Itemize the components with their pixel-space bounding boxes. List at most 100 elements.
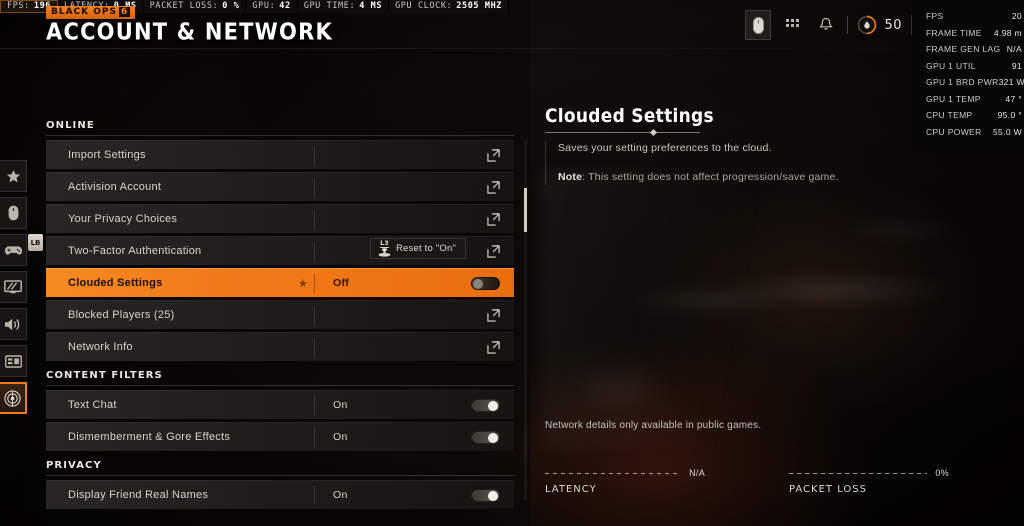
external-link-icon[interactable] bbox=[487, 148, 514, 162]
l3-stick-icon: L3 bbox=[378, 240, 391, 257]
external-link-icon[interactable] bbox=[487, 180, 514, 194]
setting-label: Blocked Players (25) bbox=[68, 309, 175, 321]
perf-overlay-value: N/A bbox=[1006, 44, 1022, 55]
rail-item-star[interactable] bbox=[0, 160, 27, 192]
rail-item-network[interactable] bbox=[0, 382, 27, 414]
section-divider bbox=[46, 475, 514, 476]
perf-overlay-label: CPU POWER bbox=[926, 126, 982, 137]
perf-hud-cell: GPU TIME: 4 MS bbox=[297, 0, 390, 13]
perf-overlay-row: GPU 1 TEMP 47 ° bbox=[912, 91, 1024, 108]
performance-overlay-panel: FPS 20 FRAME TIME 4.98 m FRAME GEN LAG N/A GPU… bbox=[912, 2, 1024, 148]
network-stat-dashes bbox=[545, 472, 682, 474]
perf-overlay-row: CPU POWER 55.0 W bbox=[912, 124, 1024, 141]
setting-label: Network Info bbox=[68, 341, 133, 353]
category-rail bbox=[0, 160, 27, 414]
perf-hud-label: GPU: bbox=[252, 1, 276, 11]
toggle-switch[interactable] bbox=[471, 488, 500, 502]
perf-overlay-label: FPS bbox=[926, 11, 944, 22]
network-stat-bar: 0% bbox=[789, 468, 949, 478]
rail-item-mouse[interactable] bbox=[0, 197, 27, 229]
rail-item-display[interactable] bbox=[0, 271, 27, 303]
external-link-icon[interactable] bbox=[487, 212, 514, 226]
header-icon-group: 50 bbox=[745, 10, 912, 40]
perf-overlay-label: FRAME TIME bbox=[926, 27, 982, 38]
perf-overlay-value: 47 ° bbox=[1005, 93, 1022, 104]
page-title: ACCOUNT & NETWORK bbox=[46, 18, 333, 45]
setting-row[interactable]: Activision Account bbox=[46, 172, 514, 201]
row-divider bbox=[314, 145, 315, 165]
header-divider bbox=[0, 48, 1024, 49]
setting-label: Import Settings bbox=[68, 149, 146, 161]
setting-row[interactable]: Dismemberment & Gore Effects On bbox=[46, 422, 514, 451]
setting-value: On bbox=[333, 489, 348, 501]
toggle-switch[interactable] bbox=[471, 398, 500, 412]
perf-overlay-row: FRAME TIME 4.98 m bbox=[912, 25, 1024, 42]
setting-label: Your Privacy Choices bbox=[68, 213, 178, 225]
perf-overlay-label: GPU 1 TEMP bbox=[926, 93, 981, 104]
settings-scrollbar-thumb[interactable] bbox=[524, 188, 527, 232]
setting-label: Text Chat bbox=[68, 399, 117, 411]
toggle-knob bbox=[488, 400, 498, 411]
perf-overlay-row: GPU 1 UTIL 91 bbox=[912, 58, 1024, 75]
rail-item-controller[interactable] bbox=[0, 234, 27, 266]
star-icon bbox=[6, 169, 21, 184]
network-stat-bar: N/A bbox=[545, 468, 705, 478]
setting-label: Dismemberment & Gore Effects bbox=[68, 431, 231, 443]
perf-overlay-value: 91 bbox=[1011, 60, 1022, 71]
detail-description: Saves your setting preferences to the cl… bbox=[558, 142, 772, 154]
reset-to-default-button[interactable]: L3 Reset to "On" bbox=[370, 238, 467, 259]
network-icon bbox=[4, 389, 21, 407]
perf-hud-value: 0 % bbox=[222, 1, 240, 11]
external-link-icon[interactable] bbox=[487, 340, 514, 354]
toggle-knob bbox=[473, 278, 483, 289]
tooltip-arrow bbox=[412, 259, 422, 264]
battlepass-currency[interactable]: 50 bbox=[857, 15, 902, 35]
setting-row[interactable]: Display Friend Real Names On bbox=[46, 480, 514, 509]
toggle-knob bbox=[488, 432, 498, 443]
detail-note-text: : This setting does not affect progressi… bbox=[582, 171, 839, 183]
bell-icon[interactable] bbox=[814, 12, 838, 38]
perf-overlay-row: FPS 20 bbox=[912, 8, 1024, 25]
setting-row[interactable]: Blocked Players (25) bbox=[46, 300, 514, 329]
toggle-switch[interactable] bbox=[471, 276, 500, 290]
perf-overlay-label: GPU 1 UTIL bbox=[926, 60, 976, 71]
setting-row[interactable]: Network Info bbox=[46, 332, 514, 361]
setting-control[interactable] bbox=[471, 488, 514, 502]
section-header: PRIVACY bbox=[46, 460, 102, 471]
setting-control[interactable] bbox=[471, 430, 514, 444]
setting-row[interactable]: Text Chat On bbox=[46, 390, 514, 419]
row-divider bbox=[314, 241, 315, 261]
row-divider bbox=[314, 177, 315, 197]
setting-label: Two-Factor Authentication bbox=[68, 245, 202, 257]
setting-row[interactable]: Your Privacy Choices bbox=[46, 204, 514, 233]
setting-value: On bbox=[333, 431, 348, 443]
perf-hud-cell: GPU CLOCK: 2505 MHZ bbox=[389, 0, 510, 13]
interface-icon bbox=[4, 354, 22, 368]
setting-row[interactable]: Clouded Settings ★ Off bbox=[46, 268, 514, 297]
favorite-star-icon: ★ bbox=[298, 277, 308, 290]
network-stats: N/A LATENCY 0% PACKET LOSS bbox=[545, 468, 949, 495]
grid-icon[interactable] bbox=[781, 12, 805, 38]
rail-item-audio[interactable] bbox=[0, 308, 27, 340]
perf-hud-label: GPU TIME: bbox=[303, 1, 356, 11]
toggle-switch[interactable] bbox=[471, 430, 500, 444]
bumper-hint-badge: LB bbox=[28, 234, 43, 251]
external-link-icon[interactable] bbox=[487, 308, 514, 322]
external-link-icon[interactable] bbox=[487, 244, 514, 258]
detail-body: Saves your setting preferences to the cl… bbox=[545, 141, 945, 185]
mouse-icon bbox=[8, 205, 19, 221]
perf-hud-value: 4 MS bbox=[359, 1, 383, 11]
setting-row[interactable]: Import Settings bbox=[46, 140, 514, 169]
perf-overlay-value: 20 bbox=[1011, 11, 1022, 22]
setting-control[interactable] bbox=[471, 398, 514, 412]
perf-overlay-label: GPU 1 BRD PWR bbox=[926, 77, 999, 88]
perf-overlay-row: FRAME GEN LAG N/A bbox=[912, 41, 1024, 58]
controller-icon bbox=[4, 244, 23, 257]
setting-label: Activision Account bbox=[68, 181, 162, 193]
perf-hud-value: 2505 MHZ bbox=[456, 1, 503, 11]
setting-control[interactable] bbox=[471, 276, 514, 290]
mouse-icon[interactable] bbox=[745, 10, 772, 40]
perf-overlay-row: CPU TEMP 95.0 ° bbox=[912, 107, 1024, 124]
rail-item-interface[interactable] bbox=[0, 345, 27, 377]
header-separator bbox=[847, 16, 849, 34]
